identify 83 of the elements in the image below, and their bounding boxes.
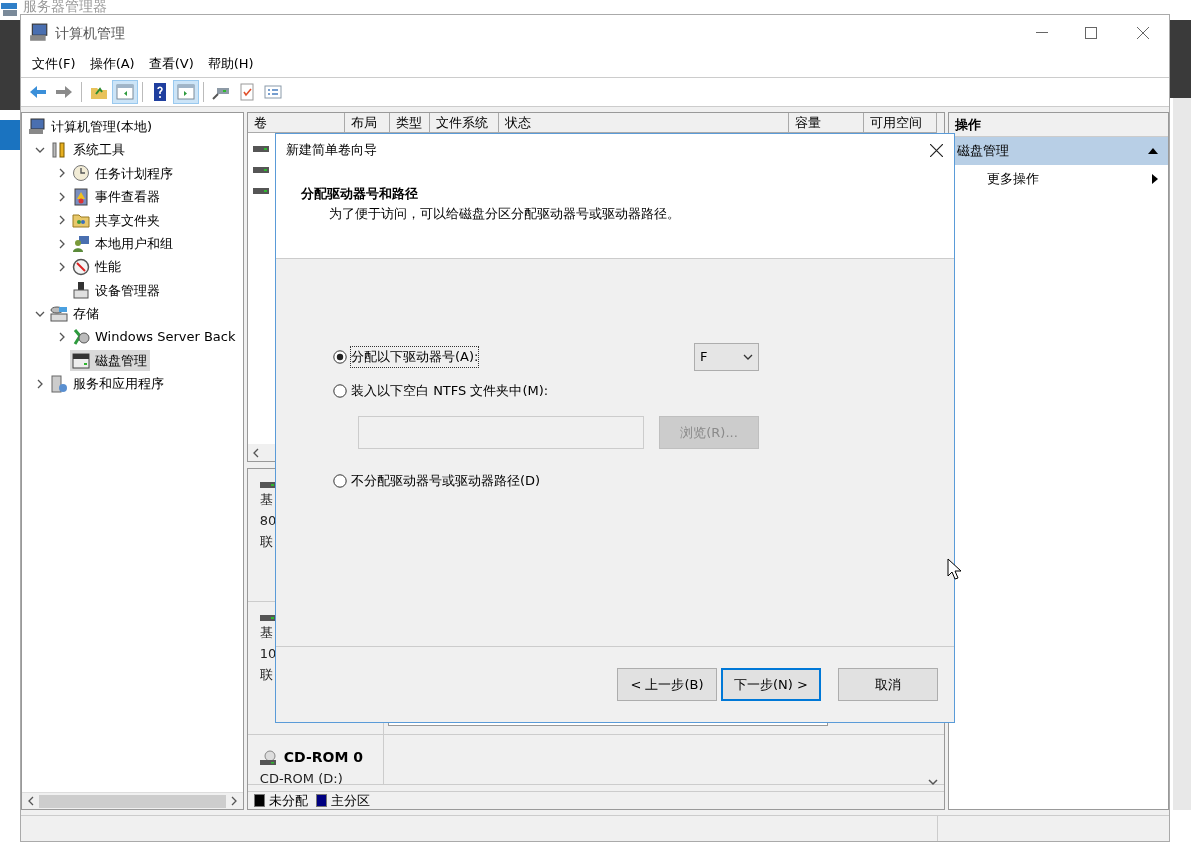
disk-info: 联 xyxy=(259,666,274,684)
disk-info: CD-ROM (D:) xyxy=(259,770,344,788)
horizontal-scrollbar[interactable] xyxy=(22,792,243,809)
menu-item[interactable]: 操作(A) xyxy=(82,53,142,75)
scroll-thumb[interactable] xyxy=(39,794,226,808)
wizard-button[interactable]: 下一步(N) > xyxy=(721,668,821,701)
action-pane-icon xyxy=(176,82,196,102)
tools-icon xyxy=(50,141,68,160)
properties-icon xyxy=(263,82,283,102)
wizard-heading: 分配驱动器号和路径 xyxy=(301,185,419,203)
legend-label: 主分区 xyxy=(330,791,370,810)
wizard-subtitle: 为了便于访问，可以给磁盘分区分配驱动器号或驱动器路径。 xyxy=(328,204,681,223)
chevron-right-icon[interactable] xyxy=(57,332,67,343)
disk-info: 联 xyxy=(259,533,274,551)
dialog-title: 新建简单卷向导 xyxy=(286,141,377,160)
chevron-right-icon[interactable] xyxy=(57,215,67,226)
disk-info: 80 xyxy=(259,512,278,530)
device-icon xyxy=(72,281,90,300)
action-item[interactable]: 更多操作 xyxy=(949,165,1168,193)
scrollbar[interactable] xyxy=(1173,98,1191,810)
collapse-icon[interactable] xyxy=(1148,148,1158,154)
tree-item[interactable]: 事件查看器 xyxy=(70,186,163,208)
dropdown-caret-icon xyxy=(743,354,753,360)
shared-folder-icon xyxy=(72,211,90,230)
minimize-icon xyxy=(1036,32,1048,34)
checklist-icon xyxy=(237,82,257,102)
legend-label: 未分配 xyxy=(268,791,308,810)
menu-item[interactable]: 文件(F) xyxy=(25,53,83,75)
radio-icon xyxy=(333,384,347,398)
chevron-right-icon[interactable] xyxy=(35,379,45,389)
users-icon xyxy=(72,234,90,253)
console-tree-icon xyxy=(115,82,135,102)
backup-icon xyxy=(72,328,90,347)
radio-option[interactable]: 装入以下空白 NTFS 文件夹中(M): xyxy=(333,381,549,401)
disk-info: 10 xyxy=(259,645,278,663)
computer-icon xyxy=(28,117,46,136)
radio-icon xyxy=(333,350,347,364)
tree-item[interactable]: 计算机管理(本地) xyxy=(26,116,156,138)
wizard-button[interactable]: < 上一步(B) xyxy=(617,668,717,701)
maximize-icon xyxy=(1085,27,1097,39)
submenu-arrow-icon xyxy=(1152,174,1158,184)
tree-item[interactable]: 系统工具 xyxy=(48,139,128,161)
computer-icon xyxy=(29,23,49,43)
tree-item[interactable]: 共享文件夹 xyxy=(70,209,163,231)
cd-drive-icon xyxy=(259,749,278,766)
close-icon xyxy=(929,143,943,157)
menu-item[interactable]: 帮助(H) xyxy=(200,53,261,75)
volume-icon xyxy=(252,186,269,195)
disk-info: 基 xyxy=(259,491,274,509)
radio-option[interactable]: 不分配驱动器号或驱动器路径(D) xyxy=(333,471,541,491)
radio-option[interactable]: 分配以下驱动器号(A): xyxy=(333,347,479,367)
tree-item[interactable]: 任务计划程序 xyxy=(70,162,176,184)
chevron-right-icon[interactable] xyxy=(57,262,67,273)
disk-name: CD-ROM 0 xyxy=(283,748,363,767)
tree-item[interactable]: 磁盘管理 xyxy=(70,350,150,372)
volume-icon xyxy=(252,165,269,174)
radio-icon xyxy=(333,474,347,488)
volume-icon xyxy=(252,144,269,153)
disk-info: 基 xyxy=(259,624,274,642)
tree-item[interactable]: 性能 xyxy=(70,256,124,278)
tree-item[interactable]: 存储 xyxy=(48,303,102,325)
wizard-button[interactable]: 取消 xyxy=(838,668,938,701)
menu-item[interactable]: 查看(V) xyxy=(141,53,201,75)
storage-icon xyxy=(50,304,68,323)
sidebar-tile[interactable] xyxy=(0,120,20,150)
tree-item[interactable]: 服务和应用程序 xyxy=(48,373,167,395)
server-gear-icon xyxy=(50,375,68,393)
pane-header: 操作 xyxy=(949,113,1168,137)
chevron-right-icon[interactable] xyxy=(57,191,67,202)
window-title: 服务器管理器 xyxy=(23,0,107,16)
server-icon xyxy=(1,3,19,17)
tree-item[interactable]: Windows Server Back xyxy=(70,326,239,348)
close-icon xyxy=(1137,27,1149,39)
gauge-icon xyxy=(72,258,90,277)
chevron-right-icon[interactable] xyxy=(57,168,67,179)
clock-icon xyxy=(72,164,90,183)
log-book-icon xyxy=(72,187,90,206)
scroll-down-icon[interactable] xyxy=(928,779,939,787)
window-title: 计算机管理 xyxy=(55,23,125,43)
tree-item[interactable]: 本地用户和组 xyxy=(70,233,176,255)
chevron-right-icon[interactable] xyxy=(57,238,67,249)
drive-letter-dropdown[interactable]: F xyxy=(694,343,759,371)
tree-item[interactable]: 设备管理器 xyxy=(70,279,163,301)
